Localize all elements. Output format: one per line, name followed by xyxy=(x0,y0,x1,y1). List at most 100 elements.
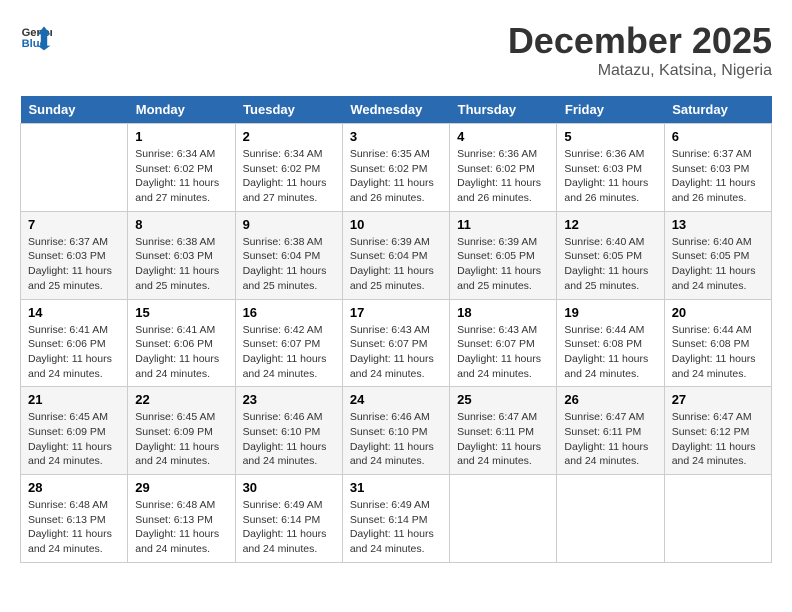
cell-details: Sunrise: 6:46 AMSunset: 6:10 PMDaylight:… xyxy=(350,410,442,469)
cell-details: Sunrise: 6:41 AMSunset: 6:06 PMDaylight:… xyxy=(28,323,120,382)
calendar-cell: 29Sunrise: 6:48 AMSunset: 6:13 PMDayligh… xyxy=(128,475,235,563)
day-number: 18 xyxy=(457,305,549,320)
calendar-cell: 6Sunrise: 6:37 AMSunset: 6:03 PMDaylight… xyxy=(664,124,771,212)
cell-details: Sunrise: 6:47 AMSunset: 6:12 PMDaylight:… xyxy=(672,410,764,469)
day-number: 14 xyxy=(28,305,120,320)
day-number: 22 xyxy=(135,392,227,407)
cell-details: Sunrise: 6:47 AMSunset: 6:11 PMDaylight:… xyxy=(457,410,549,469)
cell-details: Sunrise: 6:40 AMSunset: 6:05 PMDaylight:… xyxy=(564,235,656,294)
page-header: General Blue December 2025 Matazu, Katsi… xyxy=(20,20,772,80)
calendar-cell: 12Sunrise: 6:40 AMSunset: 6:05 PMDayligh… xyxy=(557,211,664,299)
calendar-cell: 4 Sunrise: 6:36 AMSunset: 6:02 PMDaylight… xyxy=(450,124,557,212)
calendar-cell: 21 Sunrise: 6:45 AMSunset: 6:09 PMDayligh… xyxy=(21,387,128,475)
day-number: 17 xyxy=(350,305,442,320)
calendar-cell: 7 Sunrise: 6:37 AMSunset: 6:03 PMDaylight… xyxy=(21,211,128,299)
day-number: 30 xyxy=(243,480,335,495)
cell-details: Sunrise: 6:45 AMSunset: 6:09 PMDaylight:… xyxy=(28,410,120,469)
cell-details: Sunrise: 6:49 AMSunset: 6:14 PMDaylight:… xyxy=(243,498,335,557)
day-number: 28 xyxy=(28,480,120,495)
calendar-table: SundayMondayTuesdayWednesdayThursdayFrid… xyxy=(20,96,772,563)
cell-details: Sunrise: 6:47 AMSunset: 6:11 PMDaylight:… xyxy=(564,410,656,469)
day-number: 10 xyxy=(350,217,442,232)
day-number: 31 xyxy=(350,480,442,495)
calendar-cell: 20 Sunrise: 6:44 AMSunset: 6:08 PMDayligh… xyxy=(664,299,771,387)
day-number: 6 xyxy=(672,129,764,144)
calendar-cell: 26 Sunrise: 6:47 AMSunset: 6:11 PMDayligh… xyxy=(557,387,664,475)
calendar-cell: 10 Sunrise: 6:39 AMSunset: 6:04 PMDayligh… xyxy=(342,211,449,299)
cell-details: Sunrise: 6:40 AMSunset: 6:05 PMDaylight:… xyxy=(672,235,764,294)
weekday-header-cell: Tuesday xyxy=(235,96,342,124)
calendar-cell: 9Sunrise: 6:38 AMSunset: 6:04 PMDaylight… xyxy=(235,211,342,299)
day-number: 29 xyxy=(135,480,227,495)
day-number: 24 xyxy=(350,392,442,407)
calendar-cell: 8 Sunrise: 6:38 AMSunset: 6:03 PMDaylight… xyxy=(128,211,235,299)
cell-details: Sunrise: 6:43 AMSunset: 6:07 PMDaylight:… xyxy=(457,323,549,382)
calendar-cell: 31Sunrise: 6:49 AMSunset: 6:14 PMDayligh… xyxy=(342,475,449,563)
cell-details: Sunrise: 6:48 AMSunset: 6:13 PMDaylight:… xyxy=(28,498,120,557)
calendar-week-row: 21 Sunrise: 6:45 AMSunset: 6:09 PMDayligh… xyxy=(21,387,772,475)
weekday-header-cell: Thursday xyxy=(450,96,557,124)
calendar-cell: 18 Sunrise: 6:43 AMSunset: 6:07 PMDayligh… xyxy=(450,299,557,387)
calendar-cell: 24 Sunrise: 6:46 AMSunset: 6:10 PMDayligh… xyxy=(342,387,449,475)
day-number: 11 xyxy=(457,217,549,232)
calendar-cell: 19Sunrise: 6:44 AMSunset: 6:08 PMDayligh… xyxy=(557,299,664,387)
cell-details: Sunrise: 6:43 AMSunset: 6:07 PMDaylight:… xyxy=(350,323,442,382)
weekday-header-cell: Saturday xyxy=(664,96,771,124)
cell-details: Sunrise: 6:44 AMSunset: 6:08 PMDaylight:… xyxy=(672,323,764,382)
cell-details: Sunrise: 6:39 AMSunset: 6:05 PMDaylight:… xyxy=(457,235,549,294)
day-number: 5 xyxy=(564,129,656,144)
cell-details: Sunrise: 6:45 AMSunset: 6:09 PMDaylight:… xyxy=(135,410,227,469)
cell-details: Sunrise: 6:36 AMSunset: 6:02 PMDaylight:… xyxy=(457,147,549,206)
calendar-body: 1 Sunrise: 6:34 AMSunset: 6:02 PMDaylight… xyxy=(21,124,772,563)
day-number: 4 xyxy=(457,129,549,144)
day-number: 1 xyxy=(135,129,227,144)
cell-details: Sunrise: 6:34 AMSunset: 6:02 PMDaylight:… xyxy=(135,147,227,206)
calendar-cell xyxy=(21,124,128,212)
cell-details: Sunrise: 6:42 AMSunset: 6:07 PMDaylight:… xyxy=(243,323,335,382)
cell-details: Sunrise: 6:41 AMSunset: 6:06 PMDaylight:… xyxy=(135,323,227,382)
weekday-header-cell: Friday xyxy=(557,96,664,124)
cell-details: Sunrise: 6:34 AMSunset: 6:02 PMDaylight:… xyxy=(243,147,335,206)
logo-icon: General Blue xyxy=(20,20,52,52)
calendar-week-row: 1 Sunrise: 6:34 AMSunset: 6:02 PMDaylight… xyxy=(21,124,772,212)
calendar-cell: 30 Sunrise: 6:49 AMSunset: 6:14 PMDayligh… xyxy=(235,475,342,563)
weekday-header-cell: Monday xyxy=(128,96,235,124)
day-number: 21 xyxy=(28,392,120,407)
calendar-cell: 28 Sunrise: 6:48 AMSunset: 6:13 PMDayligh… xyxy=(21,475,128,563)
weekday-header-row: SundayMondayTuesdayWednesdayThursdayFrid… xyxy=(21,96,772,124)
calendar-cell: 13 Sunrise: 6:40 AMSunset: 6:05 PMDayligh… xyxy=(664,211,771,299)
calendar-cell: 22 Sunrise: 6:45 AMSunset: 6:09 PMDayligh… xyxy=(128,387,235,475)
weekday-header-cell: Sunday xyxy=(21,96,128,124)
month-title: December 2025 xyxy=(508,20,772,62)
calendar-week-row: 14 Sunrise: 6:41 AMSunset: 6:06 PMDayligh… xyxy=(21,299,772,387)
calendar-cell: 16 Sunrise: 6:42 AMSunset: 6:07 PMDayligh… xyxy=(235,299,342,387)
cell-details: Sunrise: 6:38 AMSunset: 6:03 PMDaylight:… xyxy=(135,235,227,294)
calendar-cell xyxy=(557,475,664,563)
day-number: 26 xyxy=(564,392,656,407)
day-number: 20 xyxy=(672,305,764,320)
cell-details: Sunrise: 6:39 AMSunset: 6:04 PMDaylight:… xyxy=(350,235,442,294)
day-number: 8 xyxy=(135,217,227,232)
logo: General Blue xyxy=(20,20,52,52)
day-number: 27 xyxy=(672,392,764,407)
calendar-cell: 5Sunrise: 6:36 AMSunset: 6:03 PMDaylight… xyxy=(557,124,664,212)
title-block: December 2025 Matazu, Katsina, Nigeria xyxy=(508,20,772,80)
day-number: 15 xyxy=(135,305,227,320)
calendar-cell: 23Sunrise: 6:46 AMSunset: 6:10 PMDayligh… xyxy=(235,387,342,475)
weekday-header-cell: Wednesday xyxy=(342,96,449,124)
calendar-cell: 2Sunrise: 6:34 AMSunset: 6:02 PMDaylight… xyxy=(235,124,342,212)
cell-details: Sunrise: 6:46 AMSunset: 6:10 PMDaylight:… xyxy=(243,410,335,469)
day-number: 13 xyxy=(672,217,764,232)
cell-details: Sunrise: 6:37 AMSunset: 6:03 PMDaylight:… xyxy=(28,235,120,294)
cell-details: Sunrise: 6:38 AMSunset: 6:04 PMDaylight:… xyxy=(243,235,335,294)
calendar-cell: 17 Sunrise: 6:43 AMSunset: 6:07 PMDayligh… xyxy=(342,299,449,387)
calendar-week-row: 7 Sunrise: 6:37 AMSunset: 6:03 PMDaylight… xyxy=(21,211,772,299)
day-number: 3 xyxy=(350,129,442,144)
day-number: 16 xyxy=(243,305,335,320)
calendar-cell: 27 Sunrise: 6:47 AMSunset: 6:12 PMDayligh… xyxy=(664,387,771,475)
day-number: 7 xyxy=(28,217,120,232)
calendar-cell: 15 Sunrise: 6:41 AMSunset: 6:06 PMDayligh… xyxy=(128,299,235,387)
calendar-cell xyxy=(450,475,557,563)
calendar-cell: 1 Sunrise: 6:34 AMSunset: 6:02 PMDaylight… xyxy=(128,124,235,212)
calendar-week-row: 28 Sunrise: 6:48 AMSunset: 6:13 PMDayligh… xyxy=(21,475,772,563)
